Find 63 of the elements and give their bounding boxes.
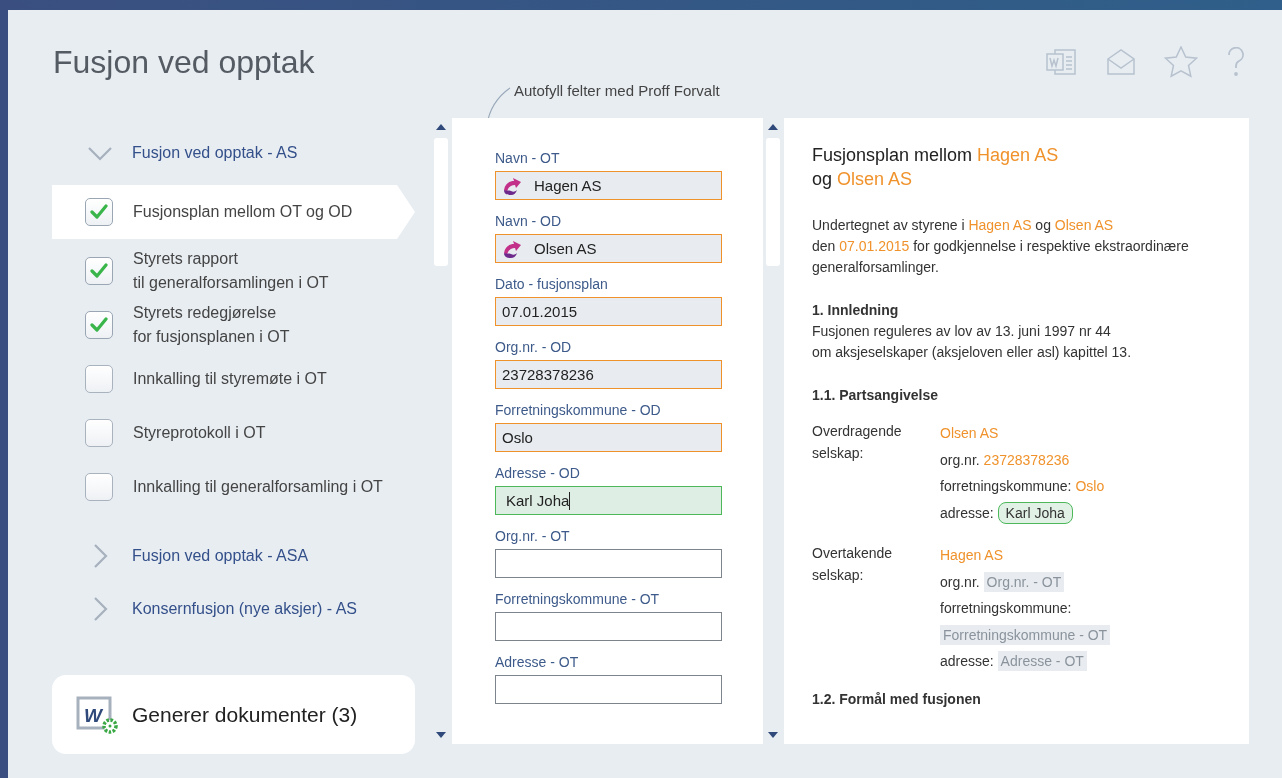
checkbox[interactable] xyxy=(85,198,113,226)
party-label: Overdragende selskap: xyxy=(812,422,903,463)
list-item[interactable]: Styrets rapport til generalforsamlingen i OT xyxy=(52,245,415,297)
section-heading: 1. Innledning xyxy=(812,301,900,320)
checkbox[interactable] xyxy=(85,473,113,501)
document-title: Fusjonsplan mellom Hagen AS og Olsen AS xyxy=(812,144,1060,191)
page-title: Fusjon ved opptak xyxy=(53,43,315,81)
input-field[interactable] xyxy=(495,612,722,641)
checkbox[interactable] xyxy=(85,257,113,285)
autofill-hint: Autofyll felter med Proff Forvalt xyxy=(514,82,720,100)
scroll-up-button[interactable] xyxy=(436,124,446,130)
mail-icon[interactable] xyxy=(1106,48,1136,76)
field-label: Navn - OT xyxy=(495,149,560,168)
field-label: Forretningskommune - OT xyxy=(495,590,660,609)
input-field[interactable]: Karl Joha xyxy=(495,486,722,515)
group-title[interactable]: Fusjon ved opptak - AS xyxy=(132,144,298,162)
section-heading: 1.1. Partsangivelse xyxy=(812,386,940,405)
list-item[interactable]: Styrets redegjørelse for fusjonsplanen i OT xyxy=(52,299,415,351)
input-field[interactable] xyxy=(495,549,722,578)
input-field[interactable]: Hagen AS xyxy=(495,171,722,200)
party-detail: org.nr. 23728378236 xyxy=(940,450,1071,470)
party-label: Overtakende selskap: xyxy=(812,544,894,585)
field-label: Navn - OD xyxy=(495,212,562,231)
party-detail: Olsen AS xyxy=(940,424,1000,443)
list-item[interactable]: Styreprotokoll i OT xyxy=(52,407,415,459)
paragraph: Fusjonen reguleres av lov av 13. juni 1997 nr 44 om aksjeselskaper (aksjeloven eller asl) kapittel 13. xyxy=(812,322,1133,362)
scroll-down-button[interactable] xyxy=(768,732,778,738)
party-detail: forretningskommune: Oslo xyxy=(940,477,1106,496)
checkmark-icon xyxy=(90,317,108,333)
field-label: Dato - fusjonsplan xyxy=(495,275,608,294)
field-label: Adresse - OT xyxy=(495,653,579,672)
party-detail: adresse: Karl Joha xyxy=(940,499,1210,526)
paragraph: Undertegnet av styrene i Hagen AS og Olsen AS den 07.01.2015 for godkjennelse i respektive ekstraordinære generalforsamlinger. xyxy=(812,216,1190,277)
party-detail: adresse: Adresse - OT xyxy=(940,648,1210,675)
checkbox[interactable] xyxy=(85,311,113,339)
section-heading: 1.2. Formål med fusjonen xyxy=(812,689,982,709)
input-field[interactable] xyxy=(495,675,722,704)
input-field[interactable]: Olsen AS xyxy=(495,234,722,263)
field-label: Adresse - OD xyxy=(495,464,580,483)
checkbox[interactable] xyxy=(85,365,113,393)
input-field[interactable]: 07.01.2015 xyxy=(495,297,722,326)
word-document-icon[interactable] xyxy=(1046,48,1078,76)
checkmark-icon xyxy=(90,204,108,220)
checkmark-icon xyxy=(90,263,108,279)
party-detail: forretningskommune: Forretningskommune - OT xyxy=(940,595,1210,648)
field-label: Org.nr. - OT xyxy=(495,527,570,546)
checkbox[interactable] xyxy=(85,419,113,447)
star-icon[interactable] xyxy=(1164,46,1198,78)
field-label: Org.nr. - OD xyxy=(495,338,572,357)
list-item[interactable]: Innkalling til styremøte i OT xyxy=(52,353,415,405)
input-field[interactable]: 23728378236 xyxy=(495,360,722,389)
generate-documents-button[interactable]: W Generer dokumenter (3) xyxy=(52,675,415,754)
help-icon[interactable] xyxy=(1226,47,1246,77)
group-title[interactable]: Fusjon ved opptak - ASA xyxy=(132,547,309,565)
input-field[interactable]: Oslo xyxy=(495,423,722,452)
selected-list-item[interactable]: Fusjonsplan mellom OT og OD xyxy=(52,185,415,239)
group-title[interactable]: Konsernfusjon (nye aksjer) - AS xyxy=(132,600,357,618)
field-label: Forretningskommune - OD xyxy=(495,401,661,420)
scroll-up-button[interactable] xyxy=(768,124,778,130)
party-detail: Hagen AS xyxy=(940,546,1005,565)
party-detail: org.nr. Org.nr. - OT xyxy=(940,568,1210,595)
scroll-down-button[interactable] xyxy=(436,732,446,738)
list-item[interactable]: Innkalling til generalforsamling i OT xyxy=(52,461,415,513)
